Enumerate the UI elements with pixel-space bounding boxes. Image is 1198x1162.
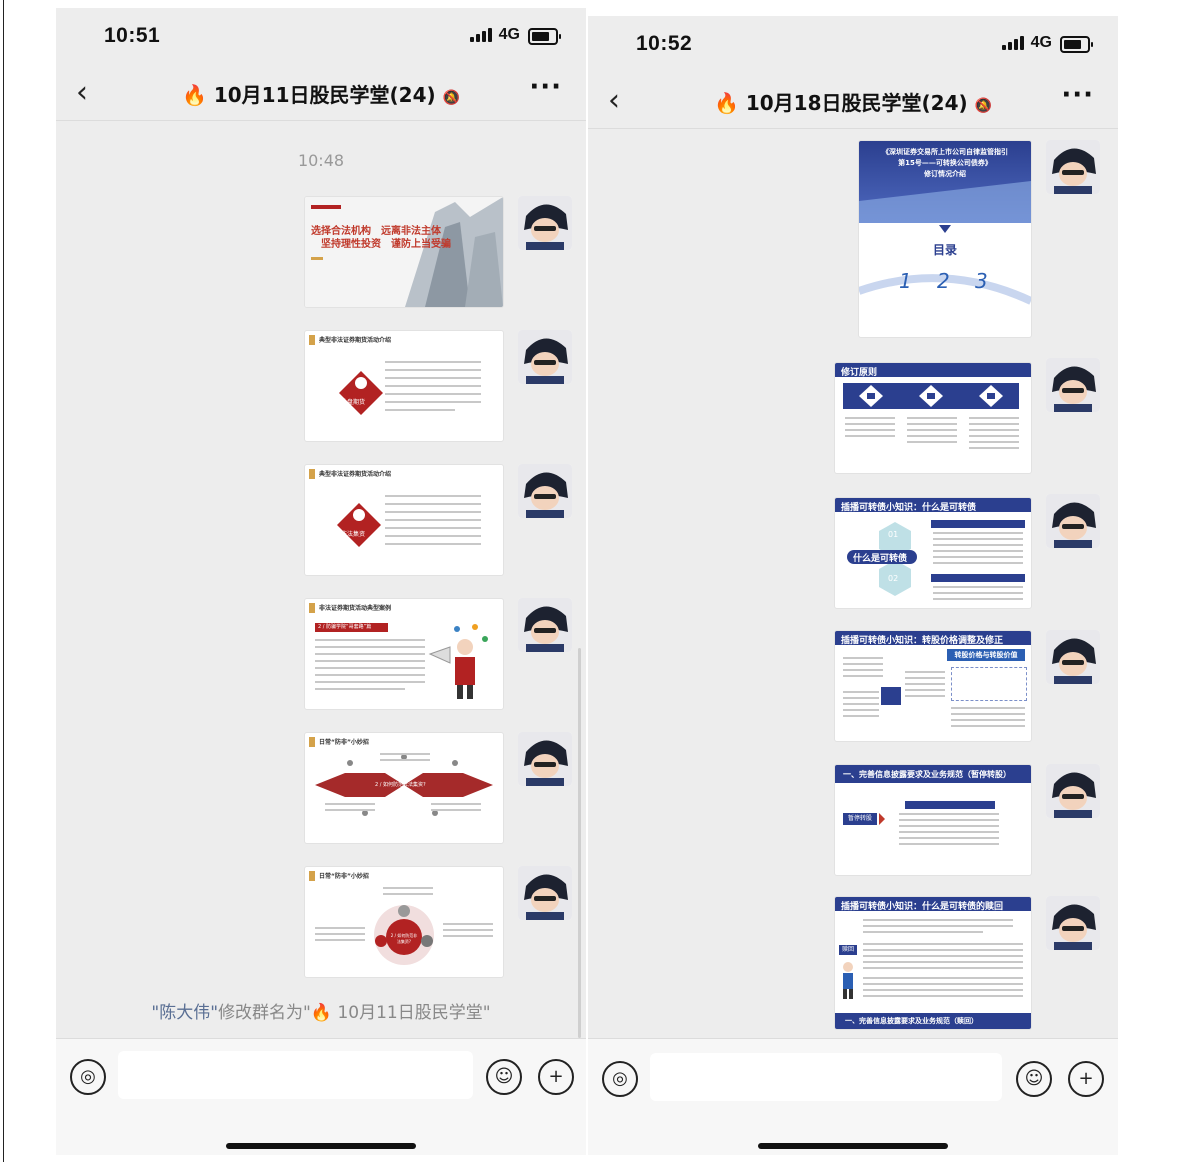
more-icon[interactable]: ···: [529, 72, 562, 102]
voice-icon[interactable]: ◎: [602, 1061, 638, 1097]
chat-navbar: ‹ 🔥 10月18日股民学堂(24) 🔕 ···: [588, 76, 1118, 129]
slide-title-line1: 《深圳证券交易所上市公司自律监管指引: [882, 148, 1008, 156]
toc-number: 2: [937, 269, 950, 293]
slide-cover-graphic: [305, 197, 503, 307]
status-bar: 10:52 4G: [588, 16, 1118, 76]
slide-header: 插播可转债小知识：转股价格调整及修正: [841, 636, 1004, 646]
phone-screenshot-left: 10:51 4G ‹ 🔥 10月11日股民学堂(24) 🔕 ··· 10:48 …: [56, 8, 586, 1155]
status-time: 10:52: [636, 32, 693, 55]
cycle-graphic: [374, 905, 434, 965]
slide-number: 02: [888, 574, 899, 583]
add-icon[interactable]: +: [1068, 1061, 1104, 1097]
slide-number: 01: [888, 530, 899, 539]
slide-image[interactable]: 修订原则: [834, 362, 1032, 474]
slide-image[interactable]: 插播可转债小知识：转股价格调整及修正 转股价格与转股价值: [834, 630, 1032, 742]
fire-icon: 🔥: [713, 91, 739, 115]
home-indicator: [226, 1143, 416, 1149]
chat-navbar: ‹ 🔥 10月11日股民学堂(24) 🔕 ···: [56, 68, 586, 121]
avatar[interactable]: [1046, 630, 1100, 684]
toc-number: 1: [899, 269, 912, 293]
slide-headline-2: 坚持理性投资 谨防上当受骗: [321, 239, 451, 250]
chat-title: 🔥 10月11日股民学堂(24) 🔕: [56, 79, 586, 108]
slide-banner: 2 / 防骗学院“哥套路”篇: [315, 623, 388, 632]
slide-header: 典型非法证券期货活动介绍: [319, 337, 392, 344]
slide-headline-1: 选择合法机构 远离非法主体: [311, 226, 441, 237]
system-message-user: "陈大伟": [151, 1003, 219, 1023]
chat-title: 🔥 10月18日股民学堂(24) 🔕: [588, 87, 1118, 116]
system-message-action: 修改群名为": [218, 1003, 311, 1023]
signal-icon: [470, 28, 492, 42]
timeline-graphic: [315, 754, 493, 816]
avatar[interactable]: [518, 598, 572, 652]
slide-center-label: 什么是可转债: [853, 554, 908, 564]
mute-bell-icon: 🔕: [442, 90, 461, 106]
avatar[interactable]: [518, 866, 572, 920]
avatar[interactable]: [1046, 358, 1100, 412]
chat-title-text: 10月11日股民学堂(24): [213, 83, 436, 107]
avatar[interactable]: [1046, 896, 1100, 950]
network-type: 4G: [1030, 34, 1052, 51]
slide-banner: 转股价格与转股价值: [947, 649, 1025, 661]
status-time: 10:51: [104, 24, 161, 47]
avatar[interactable]: [1046, 764, 1100, 818]
add-icon[interactable]: +: [538, 1059, 574, 1095]
system-message-group-name: 10月11日股民学堂": [337, 1003, 491, 1023]
slide-header: 非法证券期货活动典型案例: [319, 605, 392, 612]
scrollbar[interactable]: [578, 648, 581, 1038]
message-input[interactable]: [650, 1053, 1002, 1101]
avatar[interactable]: [518, 196, 572, 250]
message-input[interactable]: [118, 1051, 473, 1099]
slide-image[interactable]: 典型非法证券期货活动介绍 非法集资: [304, 464, 504, 576]
person-graphic: [843, 962, 853, 999]
toc-title: 目录: [932, 243, 957, 257]
slide-header: 日常“防非”小妙招: [319, 739, 369, 746]
slide-image[interactable]: 《深圳证券交易所上市公司自律监管指引 第15号——可转换公司债券》 修订情况介绍…: [858, 140, 1032, 338]
slide-title-line2: 第15号——可转换公司债券》: [898, 159, 992, 167]
slide-title-line3: 修订情况介绍: [924, 170, 966, 178]
toc-number: 3: [975, 269, 988, 293]
emoji-icon[interactable]: ☺: [1016, 1061, 1052, 1097]
slide-header: 典型非法证券期货活动介绍: [319, 471, 392, 478]
slide-image[interactable]: 插播可转债小知识：什么是可转债 什么是可转债 01 02: [834, 497, 1032, 609]
slide-image[interactable]: 典型非法证券期货活动介绍 外盘期货: [304, 330, 504, 442]
system-message: "陈大伟"修改群名为"🔥 10月11日股民学堂": [56, 998, 586, 1023]
emoji-icon[interactable]: ☺: [486, 1059, 522, 1095]
avatar[interactable]: [518, 732, 572, 786]
avatar[interactable]: [1046, 140, 1100, 194]
avatar[interactable]: [1046, 494, 1100, 548]
page-border: [3, 0, 4, 1162]
slide-image[interactable]: 一、完善信息披露要求及业务规范（暂停转股） 暂停转股: [834, 764, 1032, 876]
status-bar: 10:51 4G: [56, 8, 586, 68]
slide-image[interactable]: 非法证券期货活动典型案例 2 / 防骗学院“哥套路”篇: [304, 598, 504, 710]
phone-screenshot-right: 10:52 4G ‹ 🔥 10月18日股民学堂(24) 🔕 ··· 《深圳证券交…: [588, 16, 1118, 1155]
avatar[interactable]: [518, 464, 572, 518]
slide-header: 日常“防非”小妙招: [319, 873, 369, 880]
signal-icon: [1002, 36, 1024, 50]
mute-bell-icon: 🔕: [974, 98, 993, 114]
slide-badge: 外盘期货: [341, 399, 366, 406]
voice-icon[interactable]: ◎: [70, 1059, 106, 1095]
network-type: 4G: [498, 26, 520, 43]
slide-footer: 一、完善信息披露要求及业务规范（赎回）: [845, 1017, 978, 1025]
more-icon[interactable]: ···: [1061, 80, 1094, 110]
slide-image[interactable]: 日常“防非”小妙招 2 / 如何防范非法集资?: [304, 866, 504, 978]
input-bar: ◎ ☺ +: [56, 1038, 586, 1155]
message-timestamp: 10:48: [297, 151, 345, 170]
slide-image[interactable]: 插播可转债小知识：什么是可转债的赎回 赎回 一、完善信息披露要求及业务规范（赎回…: [834, 896, 1032, 1030]
battery-icon: [528, 28, 561, 45]
battery-icon: [1060, 36, 1093, 53]
input-bar: ◎ ☺ +: [588, 1038, 1118, 1155]
slide-image[interactable]: 选择合法机构 远离非法主体 坚持理性投资 谨防上当受骗: [304, 196, 504, 308]
chat-title-text: 10月18日股民学堂(24): [745, 91, 968, 115]
home-indicator: [758, 1143, 948, 1149]
fire-icon: 🔥: [310, 1003, 333, 1023]
slide-badge: 非法集资: [341, 531, 366, 538]
fire-icon: 🔥: [181, 83, 207, 107]
slide-image[interactable]: 日常“防非”小妙招 2 / 如何防范非法集资?: [304, 732, 504, 844]
slide-banner: 2 / 如何防范非法集资?: [375, 782, 426, 788]
avatar[interactable]: [518, 330, 572, 384]
slide-badge: 2 / 如何防范非法集资?: [390, 933, 418, 944]
